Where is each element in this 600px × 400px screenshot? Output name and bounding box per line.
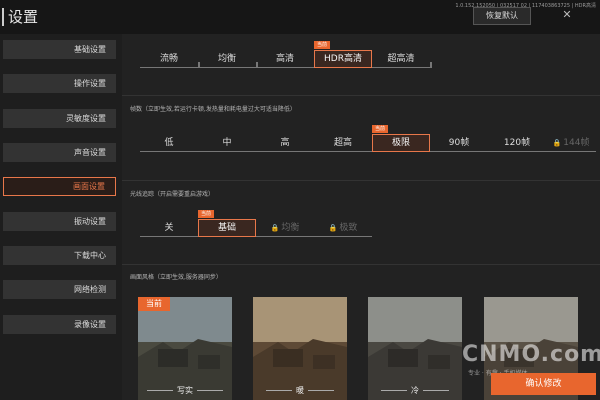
sidebar-item-controls[interactable]: 操作设置	[3, 74, 116, 93]
quality-divider	[256, 62, 258, 68]
lock-icon: 🔒	[270, 224, 280, 232]
lock-icon: 🔒	[552, 139, 562, 147]
lock-icon: 🔒	[328, 224, 338, 232]
style-label-warm: 暖	[296, 386, 304, 395]
raytracing-option-extreme: 🔒 极致	[314, 219, 372, 237]
quality-current-badge: 当前	[314, 41, 331, 49]
framerate-option-medium[interactable]: 中	[198, 134, 256, 152]
watermark-logo: CNMO.com	[462, 342, 600, 367]
style-card-cool[interactable]: 冷	[368, 297, 462, 400]
page-title: 设置	[2, 8, 38, 26]
raytracing-option-basic[interactable]: 基础	[198, 219, 256, 237]
quality-option-ultra[interactable]: 超高清	[372, 50, 430, 68]
framerate-option-low[interactable]: 低	[140, 134, 198, 152]
style-current-badge: 当前	[138, 297, 170, 311]
sidebar-item-network[interactable]: 网络检测	[3, 280, 116, 299]
apply-changes-button[interactable]: 确认修改	[491, 373, 596, 395]
framerate-option-high[interactable]: 高	[256, 134, 314, 152]
framerate-option-90[interactable]: 90帧	[430, 134, 488, 152]
quality-divider	[198, 62, 200, 68]
framerate-144-label: 144帧	[563, 138, 590, 148]
quality-option-smooth[interactable]: 流畅	[140, 50, 198, 68]
style-title: 画面风格（立即生效,服务器同步）	[130, 274, 222, 281]
raytracing-balanced-label: 均衡	[281, 223, 300, 233]
section-divider	[122, 95, 600, 96]
sidebar-item-graphics[interactable]: 画面设置	[3, 177, 116, 196]
quality-option-balanced[interactable]: 均衡	[198, 50, 256, 68]
sidebar-item-vibration[interactable]: 振动设置	[3, 212, 116, 231]
framerate-current-badge: 当前	[372, 125, 389, 133]
raytracing-current-badge: 当前	[198, 210, 215, 218]
raytracing-option-balanced: 🔒 均衡	[256, 219, 314, 237]
style-label-realistic: 写实	[177, 386, 193, 395]
sidebar: 基础设置 操作设置 灵敏度设置 声音设置 画面设置 振动设置 下载中心 网络检测…	[0, 34, 122, 400]
close-icon[interactable]: ✕	[560, 8, 574, 22]
style-label-cool: 冷	[411, 386, 419, 395]
style-card-realistic[interactable]: 当前 写实	[138, 297, 232, 400]
raytracing-extreme-label: 极致	[339, 223, 358, 233]
sidebar-item-download[interactable]: 下载中心	[3, 246, 116, 265]
framerate-option-120[interactable]: 120帧	[488, 134, 546, 152]
section-divider	[122, 264, 600, 265]
section-divider	[122, 180, 600, 181]
framerate-option-144: 🔒 144帧	[546, 134, 596, 152]
reset-default-button[interactable]: 恢复默认	[473, 7, 531, 25]
framerate-option-ultra[interactable]: 超高	[314, 134, 372, 152]
quality-option-hd[interactable]: 高清	[256, 50, 314, 68]
top-bar: 设置 1.0.152.152050 | 032517 02 | 11740386…	[0, 0, 600, 34]
raytracing-option-off[interactable]: 关	[140, 219, 198, 237]
sidebar-item-sensitivity[interactable]: 灵敏度设置	[3, 109, 116, 128]
framerate-option-extreme[interactable]: 极限	[372, 134, 430, 152]
sidebar-item-recording[interactable]: 录像设置	[3, 315, 116, 334]
quality-divider	[430, 62, 432, 68]
style-card-warm[interactable]: 暖	[253, 297, 347, 400]
quality-option-hdr[interactable]: HDR高清	[314, 50, 372, 68]
sidebar-item-sound[interactable]: 声音设置	[3, 143, 116, 162]
framerate-title: 帧数（立即生效,若运行卡顿,发热量和耗电量过大可适当降低）	[130, 106, 296, 113]
raytracing-title: 光线追踪（开启需要重启游戏）	[130, 191, 215, 198]
sidebar-item-basic[interactable]: 基础设置	[3, 40, 116, 59]
